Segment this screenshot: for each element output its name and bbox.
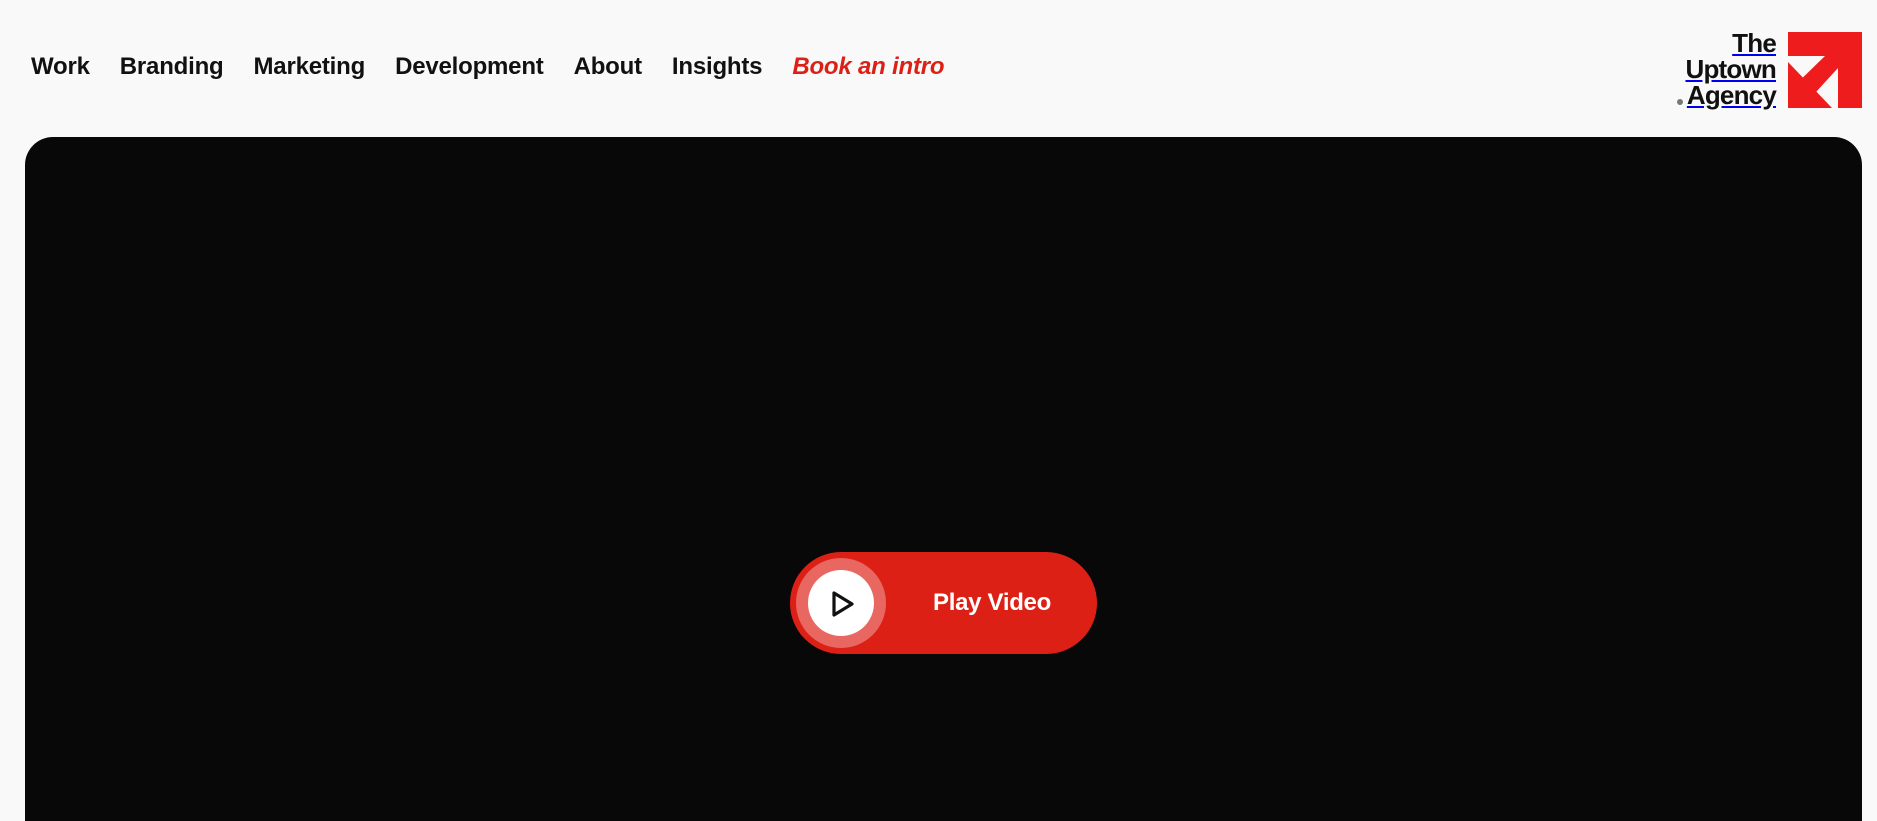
arrow-up-right-icon — [1788, 32, 1862, 108]
site-logo[interactable]: The Uptown Agency — [1677, 28, 1862, 110]
hero-video[interactable]: Play Video — [25, 137, 1862, 821]
nav-item-marketing[interactable]: Marketing — [254, 52, 366, 82]
logo-wordmark: The Uptown Agency — [1677, 28, 1777, 110]
logo-line-agency: Agency — [1686, 80, 1777, 110]
nav-item-development[interactable]: Development — [395, 52, 544, 82]
nav-item-insights[interactable]: Insights — [672, 52, 763, 82]
main-nav: Work Branding Marketing Development Abou… — [31, 52, 974, 82]
nav-item-branding[interactable]: Branding — [120, 52, 224, 82]
logo-dot — [1677, 99, 1684, 105]
logo-line-uptown: Uptown — [1685, 54, 1776, 84]
book-intro-link[interactable]: Book an intro — [792, 52, 944, 82]
play-video-label: Play Video — [933, 589, 1051, 616]
nav-item-work[interactable]: Work — [31, 52, 90, 82]
play-video-button[interactable]: Play Video — [790, 552, 1097, 654]
logo-line-the: The — [1732, 28, 1777, 58]
play-icon — [832, 591, 854, 617]
play-button-circle — [808, 570, 874, 636]
play-button-ring — [796, 558, 886, 648]
nav-item-about[interactable]: About — [574, 52, 643, 82]
page: Work Branding Marketing Development Abou… — [0, 0, 1877, 821]
